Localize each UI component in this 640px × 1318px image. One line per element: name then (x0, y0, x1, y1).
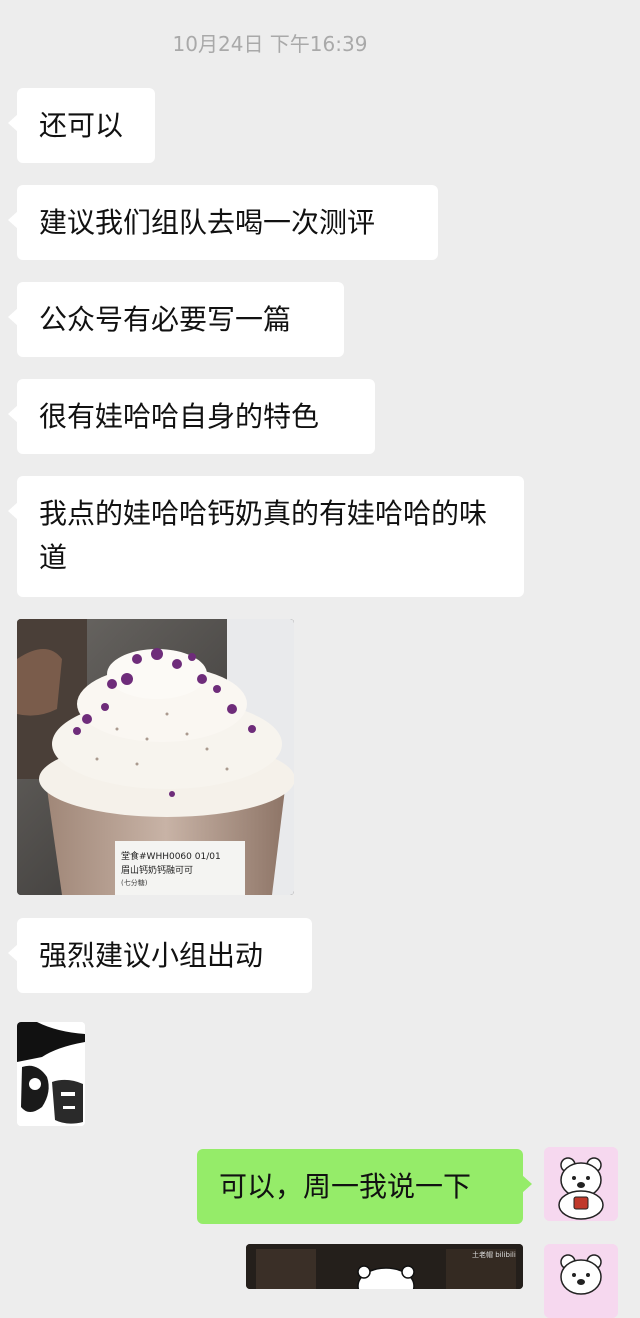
meme-sticker-illustration (17, 1022, 85, 1126)
message-text: 很有娃哈哈自身的特色 (39, 400, 320, 433)
message-text: 公众号有必要写一篇 (39, 303, 292, 336)
message-bubble[interactable]: 建议我们组队去喝一次测评 (8, 185, 438, 260)
message-bubble[interactable]: 还可以 (8, 88, 155, 163)
user-avatar[interactable] (544, 1244, 618, 1318)
message-bubble[interactable]: 我点的娃哈哈钙奶真的有娃哈哈的味道 (8, 476, 524, 597)
meme-sticker[interactable] (17, 1022, 85, 1126)
cup-label-line3: (七分糖) (121, 878, 148, 887)
message-text: 建议我们组队去喝一次测评 (39, 206, 376, 239)
message-bubble[interactable]: 公众号有必要写一篇 (8, 282, 344, 357)
cup-label-line2: 眉山钙奶钙融可可 (121, 864, 193, 876)
message-bubble[interactable]: 强烈建议小组出动 (8, 918, 312, 993)
video-thumbnail-illustration: 土老帽 bilibili (246, 1244, 523, 1289)
outgoing-message-bubble[interactable]: 可以，周一我说一下 (197, 1149, 532, 1224)
bear-avatar-icon (544, 1244, 618, 1318)
chat-timestamp: 10月24日 下午16:39 (172, 32, 368, 56)
drink-photo[interactable]: 堂食#WHH0060 01/01 眉山钙奶钙融可可 (七分糖) (17, 619, 294, 895)
cup-label-line1: 堂食#WHH0060 01/01 (121, 850, 221, 862)
video-watermark: 土老帽 bilibili (472, 1250, 516, 1259)
bear-avatar-icon (544, 1147, 618, 1221)
message-text: 还可以 (39, 109, 124, 142)
video-thumbnail[interactable]: 土老帽 bilibili (246, 1244, 523, 1289)
drink-photo-illustration: 堂食#WHH0060 01/01 眉山钙奶钙融可可 (七分糖) (17, 619, 294, 895)
message-bubble[interactable]: 很有娃哈哈自身的特色 (8, 379, 375, 454)
user-avatar[interactable] (544, 1147, 618, 1221)
message-text: 可以，周一我说一下 (219, 1170, 472, 1203)
message-text: 我点的娃哈哈钙奶真的有娃哈哈的味道 (39, 497, 488, 574)
message-text: 强烈建议小组出动 (39, 939, 264, 972)
